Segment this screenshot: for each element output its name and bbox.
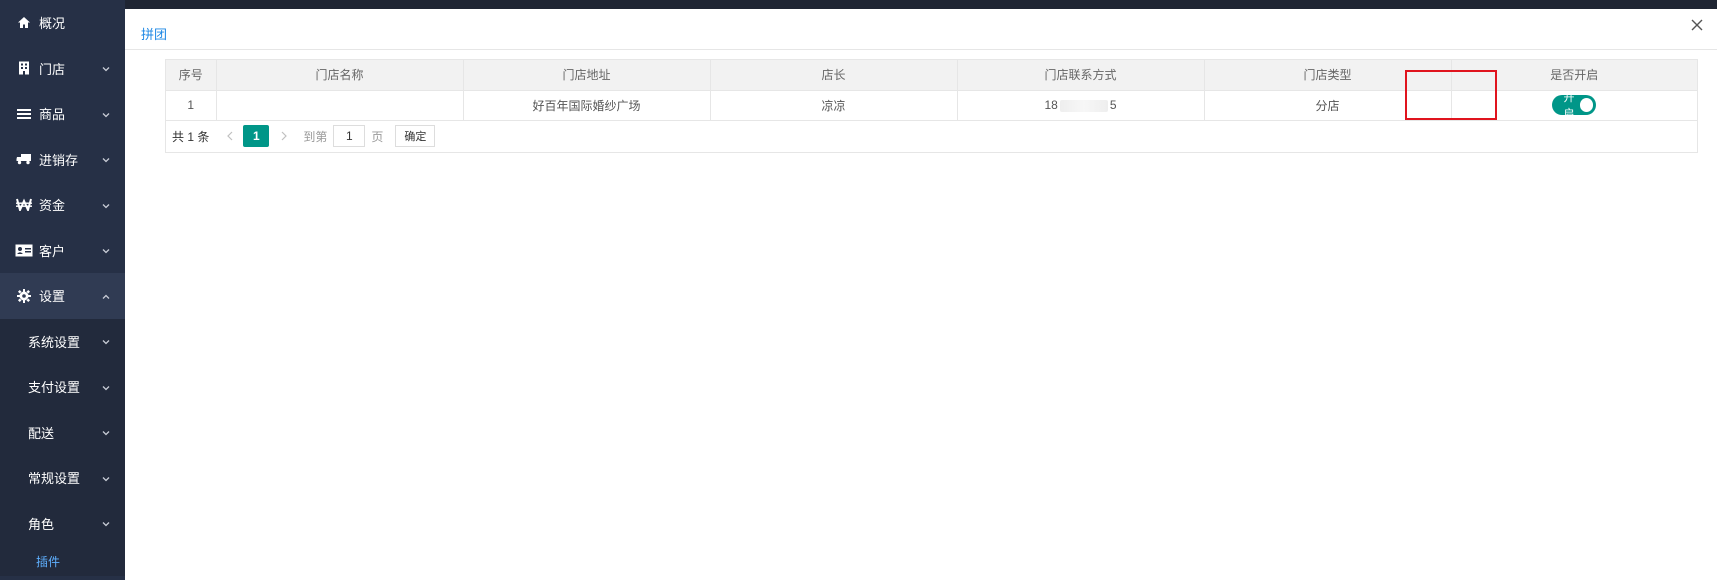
sidebar-subitem-label: 支付设置 <box>28 380 81 396</box>
sidebar-subitem-general-settings[interactable]: 常规设置 <box>0 455 125 501</box>
sidebar-subitem-label: 常规设置 <box>28 471 81 487</box>
sidebar-item-label: 进销存 <box>39 152 79 168</box>
sidebar: 概况 门店 商品 进销存 资金 客户 设置 系统设置 支付设置 配送 常规设置 … <box>0 0 125 580</box>
sidebar-item-label: 设置 <box>39 289 66 305</box>
sidebar-subitem-label: 插件 <box>36 554 61 569</box>
cell-enabled: 开启 <box>1451 90 1697 121</box>
page-label: 页 <box>371 129 384 144</box>
chevron-down-icon <box>101 109 111 119</box>
goto-label: 到第 <box>303 129 328 144</box>
won-icon <box>15 198 33 212</box>
column-header: 门店类型 <box>1204 60 1452 91</box>
column-header: 门店联系方式 <box>957 60 1205 91</box>
chevron-down-icon <box>101 200 111 210</box>
chevron-down-icon <box>101 473 111 483</box>
phone-prefix: 18 <box>1044 98 1058 112</box>
phone-suffix: 5 <box>1109 98 1117 112</box>
table-header-row: 序号 门店名称 门店地址 店长 门店联系方式 门店类型 是否开启 <box>166 60 1697 91</box>
cell-phone: 18 5 <box>957 90 1205 121</box>
column-header: 门店名称 <box>216 60 464 91</box>
cell-manager: 凉凉 <box>710 90 958 121</box>
chevron-down-icon <box>101 63 111 73</box>
enable-toggle[interactable]: 开启 <box>1552 92 1597 120</box>
sidebar-item-overview[interactable]: 概况 <box>0 0 125 46</box>
next-page-icon[interactable] <box>275 126 293 146</box>
chevron-down-icon <box>101 518 111 528</box>
modal-panel: 拼团 序号 门店名称 门店地址 店长 门店联系方式 门店类型 是否开启 1 好百… <box>125 9 1717 580</box>
column-header: 是否开启 <box>1451 60 1697 91</box>
divider <box>125 49 1717 50</box>
close-icon[interactable] <box>1689 17 1705 33</box>
sidebar-item-funds[interactable]: 资金 <box>0 182 125 228</box>
pager-total: 共 1 条 <box>172 129 210 144</box>
building-icon <box>15 61 33 75</box>
column-header: 门店地址 <box>463 60 711 91</box>
toggle-label: 开启 <box>1563 92 1575 120</box>
column-header: 序号 <box>166 60 217 91</box>
chevron-down-icon <box>101 427 111 437</box>
prev-page-icon[interactable] <box>221 126 239 146</box>
top-bar <box>125 0 1717 9</box>
sidebar-subitem-label: 角色 <box>28 516 55 532</box>
pagination: 共 1 条 1 到第 页 确定 <box>166 121 1697 152</box>
sidebar-subitem-payment-settings[interactable]: 支付设置 <box>0 364 125 410</box>
sidebar-subitem-roles[interactable]: 角色 <box>0 500 125 546</box>
table-row: 1 好百年国际婚纱广场 凉凉 18 5 分店 开启 <box>166 90 1697 121</box>
chevron-down-icon <box>101 382 111 392</box>
cell-store-type: 分店 <box>1204 90 1452 121</box>
chevron-up-icon <box>101 291 111 301</box>
truck-icon <box>15 152 33 166</box>
redacted-block <box>1059 99 1108 112</box>
chevron-down-icon <box>101 245 111 255</box>
goto-page-input[interactable] <box>333 125 366 147</box>
id-card-icon <box>15 243 33 257</box>
sidebar-subitem-delivery[interactable]: 配送 <box>0 409 125 455</box>
home-icon <box>15 16 33 30</box>
list-icon <box>15 107 33 121</box>
chevron-down-icon <box>101 154 111 164</box>
sidebar-item-label: 资金 <box>39 198 66 214</box>
panel-title: 拼团 <box>141 27 168 42</box>
sidebar-item-customers[interactable]: 客户 <box>0 228 125 274</box>
sidebar-item-goods[interactable]: 商品 <box>0 91 125 137</box>
chevron-down-icon <box>101 336 111 346</box>
sidebar-item-label: 客户 <box>39 243 66 259</box>
toggle-knob <box>1579 98 1594 112</box>
gear-icon <box>15 288 33 303</box>
sidebar-subitem-label: 配送 <box>28 425 55 441</box>
store-table: 序号 门店名称 门店地址 店长 门店联系方式 门店类型 是否开启 1 好百年国际… <box>165 59 1698 153</box>
sidebar-item-label: 门店 <box>39 61 66 77</box>
sidebar-item-settings[interactable]: 设置 <box>0 273 125 319</box>
confirm-button[interactable]: 确定 <box>395 125 436 147</box>
page-number-current[interactable]: 1 <box>243 125 270 147</box>
cell-address: 好百年国际婚纱广场 <box>463 90 711 121</box>
cell-index: 1 <box>166 90 217 121</box>
column-header: 店长 <box>710 60 958 91</box>
sidebar-item-stores[interactable]: 门店 <box>0 46 125 92</box>
sidebar-subitem-plugins[interactable]: 插件 <box>0 546 125 576</box>
cell-store-name <box>216 90 464 121</box>
sidebar-subitem-system-settings[interactable]: 系统设置 <box>0 318 125 364</box>
sidebar-item-inventory[interactable]: 进销存 <box>0 137 125 183</box>
sidebar-item-label: 概况 <box>39 16 66 32</box>
sidebar-subitem-label: 系统设置 <box>28 334 81 350</box>
sidebar-item-label: 商品 <box>39 107 66 123</box>
